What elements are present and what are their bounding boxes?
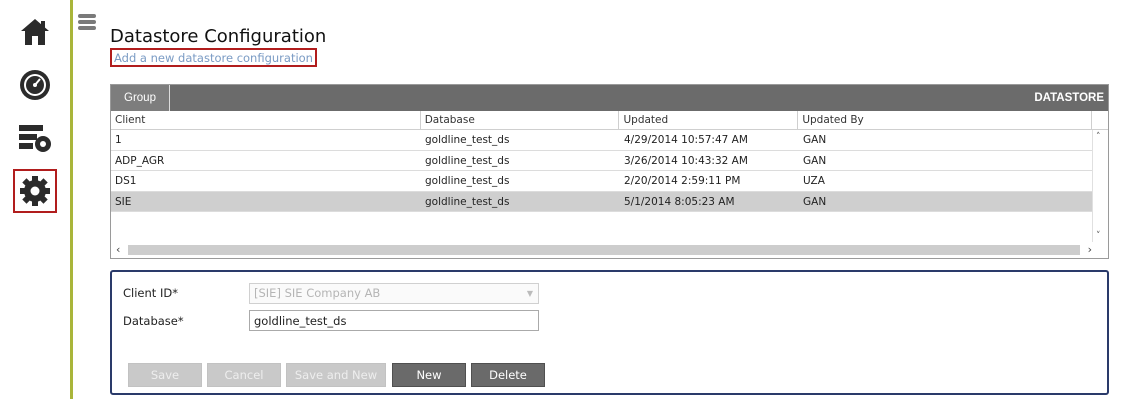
server-settings-nav-item[interactable] bbox=[15, 118, 55, 158]
table-row[interactable]: DS1 goldline_test_ds 2/20/2014 2:59:11 P… bbox=[111, 171, 1108, 192]
database-field[interactable] bbox=[249, 310, 539, 331]
home-icon bbox=[19, 16, 51, 48]
grid-title: DATASTORE bbox=[1034, 92, 1104, 104]
column-header-client[interactable]: Client bbox=[111, 111, 421, 129]
cell-updated: 5/1/2014 8:05:23 AM bbox=[624, 195, 735, 208]
scroll-right-icon[interactable]: › bbox=[1088, 243, 1092, 256]
edit-form-panel: Client ID* [SIE] SIE Company AB ▼ Databa… bbox=[110, 270, 1109, 395]
cell-client: 1 bbox=[115, 134, 122, 146]
cell-updated-by: GAN bbox=[803, 154, 827, 167]
client-id-select[interactable]: [SIE] SIE Company AB ▼ bbox=[249, 283, 539, 304]
group-tab[interactable]: Group bbox=[111, 85, 170, 111]
grid-rows: 1 goldline_test_ds 4/29/2014 10:57:47 AM… bbox=[111, 130, 1108, 242]
left-nav-rail bbox=[0, 0, 70, 399]
cell-updated: 4/29/2014 10:57:47 AM bbox=[624, 134, 748, 146]
save-button[interactable]: Save bbox=[128, 363, 202, 387]
chevron-down-icon: ▼ bbox=[526, 289, 533, 298]
grid-header-bar: Group DATASTORE bbox=[111, 85, 1108, 111]
cell-updated: 2/20/2014 2:59:11 PM bbox=[624, 175, 741, 187]
horizontal-scrollbar[interactable]: ‹ › bbox=[111, 242, 1108, 258]
scroll-left-icon[interactable]: ‹ bbox=[116, 243, 120, 256]
new-button[interactable]: New bbox=[392, 363, 466, 387]
horizontal-scroll-thumb[interactable] bbox=[128, 245, 1080, 255]
delete-button[interactable]: Delete bbox=[471, 363, 545, 387]
cell-database: goldline_test_ds bbox=[425, 154, 510, 167]
cell-updated: 3/26/2014 10:43:32 AM bbox=[624, 154, 748, 167]
cell-client: ADP_AGR bbox=[115, 154, 165, 167]
home-nav-item[interactable] bbox=[15, 12, 55, 52]
cell-database: goldline_test_ds bbox=[425, 195, 510, 208]
dashboard-gauge-icon bbox=[18, 68, 52, 102]
cell-updated-by: GAN bbox=[803, 134, 827, 146]
add-datastore-config-link[interactable]: Add a new datastore configuration bbox=[110, 48, 317, 67]
client-id-label: Client ID* bbox=[123, 286, 178, 300]
cell-updated-by: UZA bbox=[803, 175, 825, 187]
dashboard-nav-item[interactable] bbox=[15, 65, 55, 105]
gear-icon bbox=[19, 175, 51, 207]
page-title: Datastore Configuration bbox=[110, 26, 327, 47]
scroll-up-icon[interactable]: ˄ bbox=[1096, 132, 1101, 142]
hamburger-menu-icon[interactable] bbox=[78, 14, 96, 32]
server-settings-icon bbox=[17, 121, 53, 155]
settings-nav-item[interactable] bbox=[13, 169, 57, 213]
cell-database: goldline_test_ds bbox=[425, 134, 510, 146]
cell-database: goldline_test_ds bbox=[425, 175, 510, 187]
column-header-updated-by[interactable]: Updated By bbox=[798, 111, 1093, 129]
table-row[interactable]: 1 goldline_test_ds 4/29/2014 10:57:47 AM… bbox=[111, 130, 1108, 151]
datastore-grid: Group DATASTORE Client Database Updated … bbox=[110, 84, 1109, 259]
table-row-selected[interactable]: SIE goldline_test_ds 5/1/2014 8:05:23 AM… bbox=[111, 191, 1108, 212]
database-label: Database* bbox=[123, 314, 184, 328]
cell-client: DS1 bbox=[115, 175, 137, 187]
save-and-new-button[interactable]: Save and New bbox=[286, 363, 386, 387]
column-header-updated[interactable]: Updated bbox=[619, 111, 799, 129]
column-header-spacer bbox=[1092, 111, 1108, 129]
column-header-row: Client Database Updated Updated By bbox=[111, 111, 1108, 130]
rail-divider bbox=[70, 0, 73, 399]
cancel-button[interactable]: Cancel bbox=[207, 363, 281, 387]
column-header-database[interactable]: Database bbox=[421, 111, 620, 129]
cell-client: SIE bbox=[115, 195, 132, 208]
vertical-scrollbar[interactable]: ˄ ˅ bbox=[1092, 130, 1108, 243]
cell-updated-by: GAN bbox=[803, 195, 827, 208]
table-row[interactable]: ADP_AGR goldline_test_ds 3/26/2014 10:43… bbox=[111, 151, 1108, 171]
client-id-value: [SIE] SIE Company AB bbox=[254, 286, 381, 300]
scroll-down-icon[interactable]: ˅ bbox=[1096, 231, 1101, 241]
